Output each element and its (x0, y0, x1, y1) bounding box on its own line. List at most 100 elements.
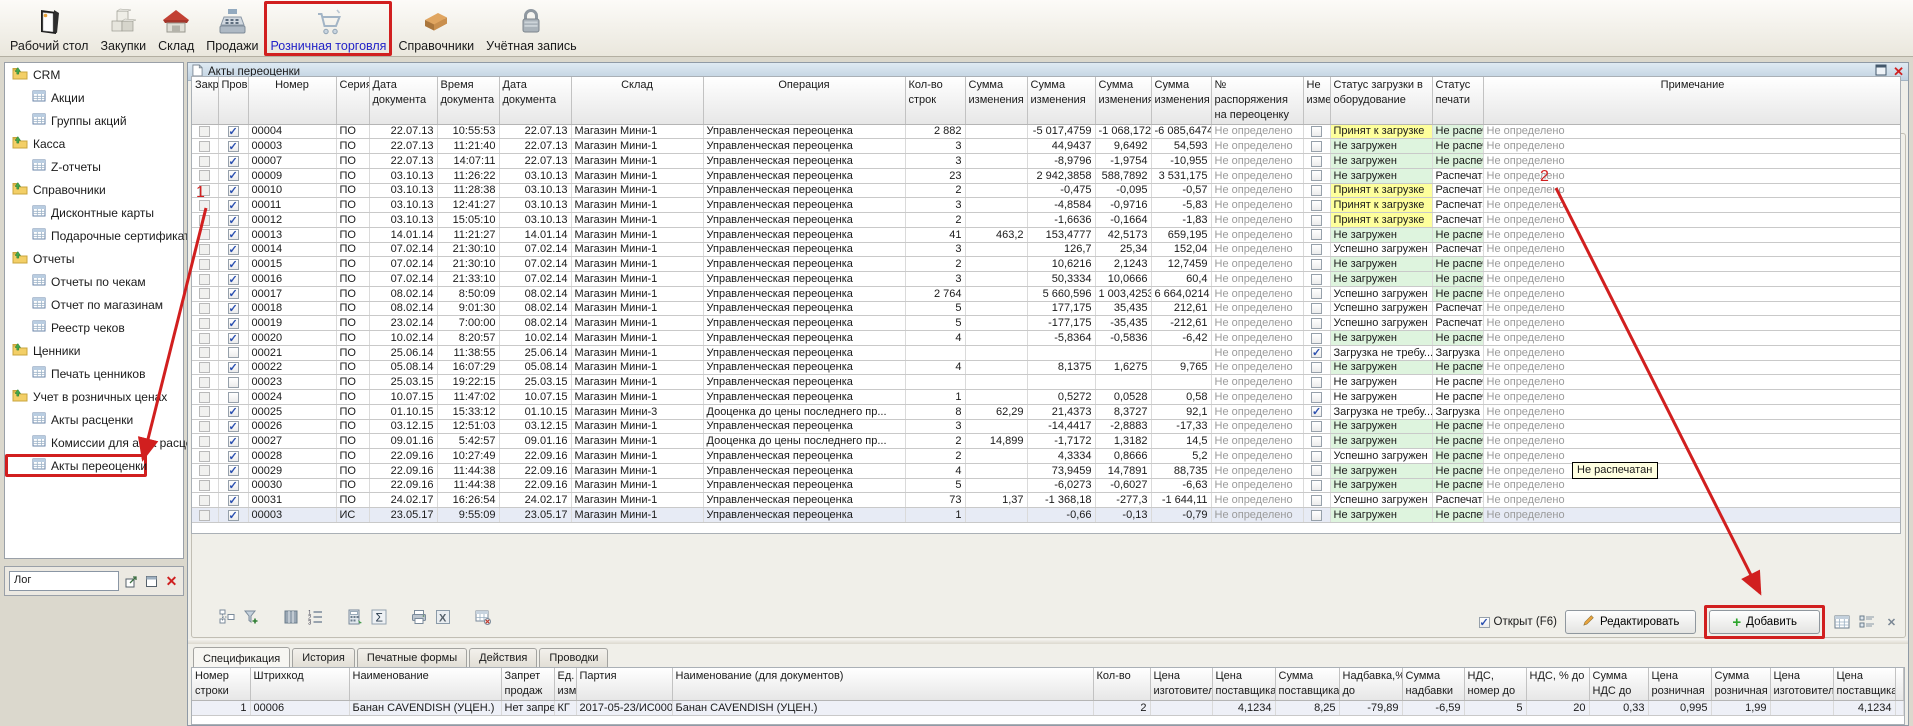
cell-sum2[interactable]: -1 368,18 (1027, 493, 1095, 508)
cell-print-status[interactable]: Не распеча... (1432, 508, 1483, 523)
acts-col-header-3[interactable]: Номер (248, 77, 336, 124)
cell-proved[interactable] (218, 198, 248, 213)
cell-sum2[interactable]: -6,0273 (1027, 478, 1095, 493)
cell-line-count[interactable]: 4 (905, 360, 965, 375)
cell-unchanged[interactable] (1303, 463, 1330, 478)
cell-sum1[interactable] (965, 463, 1027, 478)
cell-sum3[interactable] (1095, 375, 1151, 390)
cell-operation[interactable]: Управленческая переоценка (703, 124, 905, 139)
cell-operation[interactable]: Управленческая переоценка (703, 331, 905, 346)
closed-checkbox[interactable] (199, 436, 210, 447)
cell-sum3[interactable]: 1,3182 (1095, 434, 1151, 449)
cell-unchanged[interactable] (1303, 139, 1330, 154)
cell-sum3[interactable]: -1,9754 (1095, 154, 1151, 169)
proved-checkbox[interactable] (228, 170, 239, 181)
acts-row[interactable]: 00014ПО07.02.1421:30:1007.02.14Магазин М… (192, 242, 1901, 257)
spec-cell-2[interactable]: 00006 (250, 700, 349, 715)
acts-row[interactable]: 00026ПО03.12.1512:51:0303.12.15Магазин М… (192, 419, 1901, 434)
cell-series[interactable]: ИС (336, 508, 369, 523)
acts-row[interactable]: 00013ПО14.01.1411:21:2714.01.14Магазин М… (192, 227, 1901, 242)
cell-operation[interactable]: Управленческая переоценка (703, 390, 905, 405)
proved-checkbox[interactable] (228, 392, 239, 403)
acts-row[interactable]: 00010ПО03.10.1311:28:3803.10.13Магазин М… (192, 183, 1901, 198)
cell-sum3[interactable]: 42,5173 (1095, 227, 1151, 242)
cell-operation[interactable]: Дооценка до цены последнего пр... (703, 404, 905, 419)
cell-operation[interactable]: Управленческая переоценка (703, 360, 905, 375)
spec-col-header-10[interactable]: Цена поставщика (1212, 668, 1275, 700)
cell-print-status[interactable]: Не распеча... (1432, 124, 1483, 139)
cell-doc-date[interactable]: 09.01.16 (369, 434, 437, 449)
cell-order-number[interactable]: Не определено (1211, 493, 1303, 508)
spec-col-header-12[interactable]: Надбавка,% до (1339, 668, 1402, 700)
proved-checkbox[interactable] (228, 377, 239, 388)
cell-print-status[interactable]: Загрузка не... (1432, 404, 1483, 419)
cell-doc-time[interactable]: 14:07:11 (437, 154, 499, 169)
cell-line-count[interactable]: 2 (905, 449, 965, 464)
cell-sum4[interactable]: -0,57 (1151, 183, 1211, 198)
cell-load-status[interactable]: Успешно загружен (1330, 449, 1432, 464)
cell-doc-date[interactable]: 10.02.14 (369, 331, 437, 346)
printer-icon[interactable] (410, 608, 428, 626)
acts-col-header-5[interactable]: Дата документа (369, 77, 437, 124)
cell-doc-time[interactable]: 21:30:10 (437, 242, 499, 257)
cell-warehouse[interactable]: Магазин Мини-1 (571, 375, 703, 390)
acts-col-header-10[interactable]: Кол-во строк (905, 77, 965, 124)
closed-checkbox[interactable] (199, 259, 210, 270)
closed-checkbox[interactable] (199, 347, 210, 358)
cell-load-status[interactable]: Не загружен (1330, 478, 1432, 493)
cell-sum3[interactable]: -2,8883 (1095, 419, 1151, 434)
cell-sum3[interactable]: 8,3727 (1095, 404, 1151, 419)
cell-order-number[interactable]: Не определено (1211, 242, 1303, 257)
cell-series[interactable]: ПО (336, 154, 369, 169)
spec-cell-19[interactable] (1770, 700, 1833, 715)
cell-warehouse[interactable]: Магазин Мини-1 (571, 345, 703, 360)
cell-line-count[interactable]: 2 (905, 257, 965, 272)
closed-checkbox[interactable] (199, 141, 210, 152)
cell-number[interactable]: 00003 (248, 139, 336, 154)
cell-print-status[interactable]: Не распеча... (1432, 390, 1483, 405)
spec-col-header-7[interactable]: Наименование (для документов) (672, 668, 1093, 700)
cell-closed[interactable] (192, 493, 218, 508)
spec-cell-4[interactable]: Нет запрета (501, 700, 554, 715)
cell-sum1[interactable]: 463,2 (965, 227, 1027, 242)
cell-proved[interactable] (218, 493, 248, 508)
spec-col-header-13[interactable]: Сумма надбавки (1402, 668, 1464, 700)
cell-sum2[interactable]: 0,5272 (1027, 390, 1095, 405)
cell-proved[interactable] (218, 139, 248, 154)
cell-note[interactable]: Не определено (1483, 286, 1901, 301)
acts-col-header-8[interactable]: Склад (571, 77, 703, 124)
cell-sum1[interactable] (965, 257, 1027, 272)
cell-line-count[interactable]: 5 (905, 301, 965, 316)
cell-sum4[interactable]: 5,2 (1151, 449, 1211, 464)
proved-checkbox[interactable] (228, 185, 239, 196)
cell-closed[interactable] (192, 257, 218, 272)
acts-row[interactable]: 00020ПО10.02.148:20:5710.02.14Магазин Ми… (192, 331, 1901, 346)
closed-checkbox[interactable] (199, 274, 210, 285)
cell-note[interactable]: Не определено (1483, 139, 1901, 154)
sidebar-item-4[interactable]: Касса (5, 132, 183, 155)
cell-closed[interactable] (192, 124, 218, 139)
spec-cell-3[interactable]: Банан CAVENDISH (УЦЕН.) (349, 700, 501, 715)
acts-row[interactable]: 00015ПО07.02.1421:30:1007.02.14Магазин М… (192, 257, 1901, 272)
cell-closed[interactable] (192, 419, 218, 434)
cell-operation[interactable]: Управленческая переоценка (703, 168, 905, 183)
cell-doc-time[interactable]: 11:47:02 (437, 390, 499, 405)
cell-proved[interactable] (218, 419, 248, 434)
cell-doc-time[interactable]: 9:01:30 (437, 301, 499, 316)
cell-sum2[interactable]: -177,175 (1027, 316, 1095, 331)
cell-sum3[interactable]: -0,1664 (1095, 213, 1151, 228)
cell-doc-date2[interactable]: 07.02.14 (499, 257, 571, 272)
cell-number[interactable]: 00030 (248, 478, 336, 493)
cell-closed[interactable] (192, 154, 218, 169)
edit-button[interactable]: Редактировать (1565, 610, 1696, 634)
proved-checkbox[interactable] (228, 141, 239, 152)
cell-operation[interactable]: Дооценка до цены последнего пр... (703, 434, 905, 449)
acts-row[interactable]: 00003ИС23.05.179:55:0923.05.17Магазин Ми… (192, 508, 1901, 523)
cell-closed[interactable] (192, 390, 218, 405)
cell-sum2[interactable]: 8,1375 (1027, 360, 1095, 375)
cell-order-number[interactable]: Не определено (1211, 419, 1303, 434)
columns-icon[interactable] (282, 608, 300, 626)
cell-unchanged[interactable] (1303, 242, 1330, 257)
cell-number[interactable]: 00029 (248, 463, 336, 478)
cell-sum1[interactable] (965, 316, 1027, 331)
